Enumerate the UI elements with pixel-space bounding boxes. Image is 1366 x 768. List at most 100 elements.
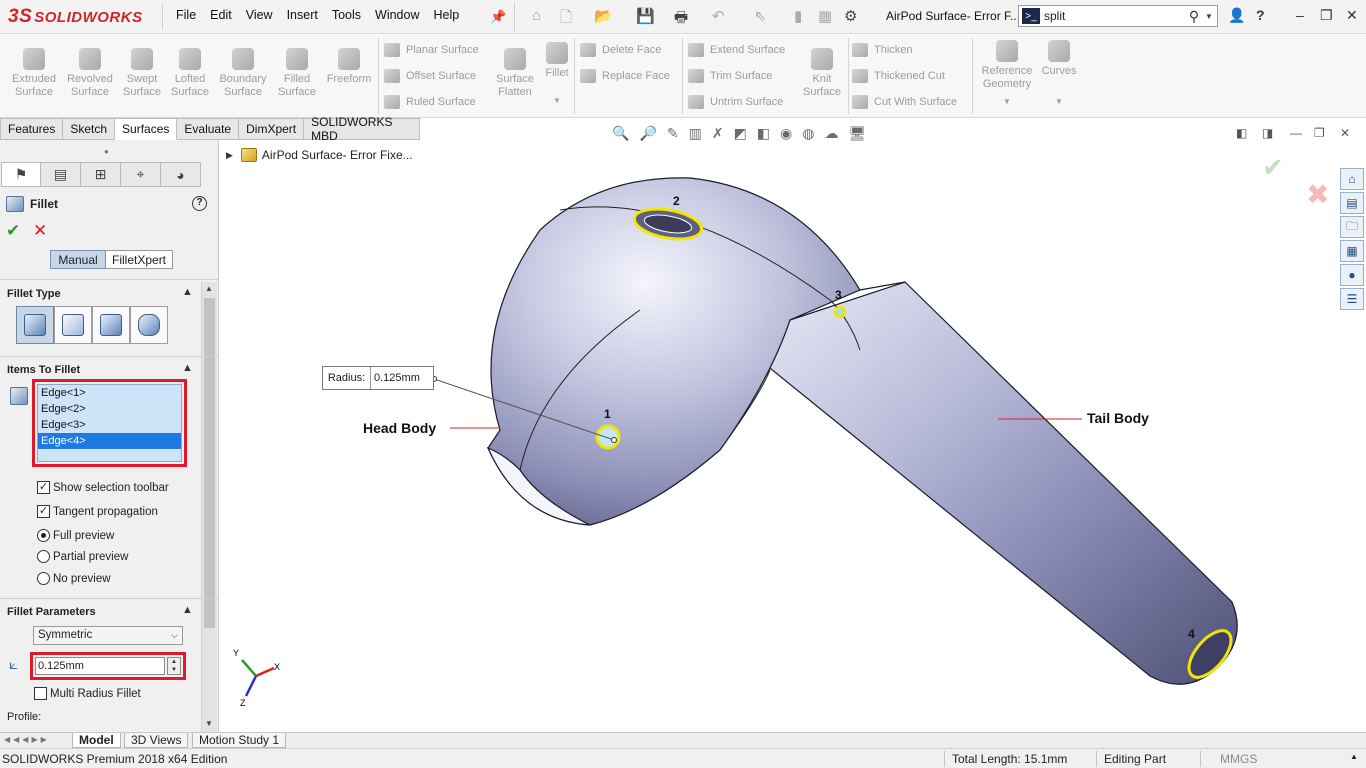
display-manager-tab-icon[interactable]: ◕ — [161, 162, 201, 187]
search-commands-input[interactable]: >_ split ⚲ ▼ — [1018, 5, 1218, 27]
solidworks-resources-icon[interactable]: ⌂ — [1340, 168, 1364, 190]
feature-manager-tab-icon[interactable]: ⚑ — [1, 162, 41, 187]
delete-face-button[interactable]: Delete Face — [580, 40, 661, 60]
view-palette-icon[interactable]: ▦ — [1340, 240, 1364, 262]
ruled-surface-button[interactable]: Ruled Surface — [384, 92, 476, 112]
rebuild-icon[interactable]: ▮ — [794, 7, 802, 27]
menu-insert[interactable]: Insert — [287, 8, 318, 22]
checkbox-checked-icon[interactable]: ✓ — [37, 481, 50, 494]
revolved-surface-button[interactable]: Revolved Surface — [62, 40, 118, 99]
partial-preview-radio[interactable]: Partial preview — [37, 550, 128, 563]
viewport-split-left-icon[interactable]: ◧ — [1236, 126, 1247, 140]
radius-input[interactable]: 0.125mm — [35, 657, 165, 675]
reference-geometry-button[interactable]: Reference Geometry ▼ — [978, 32, 1036, 108]
viewport-split-right-icon[interactable]: ◨ — [1262, 126, 1273, 140]
edges-selection-box[interactable]: Edge<1> Edge<2> Edge<3> Edge<4> — [32, 379, 187, 467]
collapse-items-icon[interactable]: ▲ — [182, 362, 193, 374]
menu-tools[interactable]: Tools — [332, 8, 361, 22]
symmetric-select[interactable]: Symmetric ⌵ — [33, 626, 183, 645]
viewport-minimize-icon[interactable]: — — [1290, 126, 1302, 140]
checkbox-checked-icon[interactable]: ✓ — [37, 505, 50, 518]
scroll-up-icon[interactable]: ▲ — [205, 284, 213, 293]
edge-list-item-1[interactable]: Edge<1> — [38, 385, 181, 401]
appearances-icon[interactable]: ● — [1340, 264, 1364, 286]
thicken-button[interactable]: Thicken — [852, 40, 913, 60]
edit-appearance-icon[interactable]: ◍ — [802, 125, 814, 142]
home-icon[interactable]: ⌂ — [532, 7, 541, 27]
trim-surface-button[interactable]: Trim Surface — [688, 66, 773, 86]
edge-list-item-2[interactable]: Edge<2> — [38, 401, 181, 417]
zoom-to-fit-icon[interactable]: 🔍 — [612, 125, 629, 142]
radio-unselected-icon[interactable] — [37, 550, 50, 563]
units-dropdown-icon[interactable]: ▲ — [1350, 752, 1358, 761]
menu-view[interactable]: View — [246, 8, 273, 22]
fillet-dropdown-icon[interactable]: ▼ — [535, 94, 579, 107]
filled-surface-button[interactable]: Filled Surface — [269, 40, 325, 99]
property-manager-tab-icon[interactable]: ▤ — [41, 162, 81, 187]
restore-window-icon[interactable]: ❐ — [1320, 7, 1333, 24]
thickened-cut-button[interactable]: Thickened Cut — [852, 66, 945, 86]
surface-flatten-button[interactable]: Surface Flatten — [489, 40, 541, 99]
unit-system-selector[interactable]: MMGS — [1220, 752, 1257, 766]
apply-scene-icon[interactable]: ☁ — [824, 125, 838, 142]
tab-surfaces[interactable]: Surfaces — [115, 118, 178, 140]
print-icon[interactable]: 🖶 — [674, 7, 688, 27]
collapse-parameters-icon[interactable]: ▲ — [182, 604, 193, 616]
tab-sketch[interactable]: Sketch — [63, 118, 116, 140]
file-explorer-icon[interactable]: 🗀 — [1340, 216, 1364, 238]
multi-radius-fillet-checkbox[interactable]: Multi Radius Fillet — [34, 687, 141, 700]
view-settings-icon[interactable]: 🖥 — [848, 125, 866, 142]
filletxpert-mode-button[interactable]: FilletXpert — [106, 250, 174, 269]
tab-features[interactable]: Features — [0, 118, 64, 140]
lofted-surface-button[interactable]: Lofted Surface — [162, 40, 218, 99]
help-menu-icon[interactable]: ? — [1256, 7, 1265, 23]
viewport-restore-icon[interactable]: ❐ — [1314, 126, 1325, 140]
search-dropdown-icon[interactable]: ▼ — [1205, 12, 1217, 21]
cut-with-surface-button[interactable]: Cut With Surface — [852, 92, 957, 112]
tab-dimxpert[interactable]: DimXpert — [239, 118, 305, 140]
tab-motion-study-1[interactable]: Motion Study 1 — [192, 733, 287, 748]
close-window-icon[interactable]: ✕ — [1346, 7, 1358, 24]
file-properties-icon[interactable]: ▦ — [818, 7, 832, 27]
extruded-surface-button[interactable]: Extruded Surface — [6, 40, 62, 99]
search-icon[interactable]: ⚲ — [1183, 8, 1205, 25]
constant-size-fillet-button[interactable] — [16, 306, 54, 344]
radio-unselected-icon[interactable] — [37, 572, 50, 585]
tab-3d-views[interactable]: 3D Views — [124, 733, 189, 748]
scroll-thumb[interactable] — [204, 298, 215, 628]
dimxpert-manager-tab-icon[interactable]: ⌖ — [121, 162, 161, 187]
curves-dropdown-icon[interactable]: ▼ — [1034, 95, 1084, 108]
variable-size-fillet-button[interactable] — [54, 306, 92, 344]
options-gear-icon[interactable]: ⚙ — [844, 7, 857, 27]
show-selection-toolbar-checkbox[interactable]: ✓ Show selection toolbar — [37, 481, 169, 494]
zoom-to-area-icon[interactable]: 🔎 — [639, 125, 656, 142]
menu-file[interactable]: File — [176, 8, 196, 22]
edge-1-highlight[interactable] — [595, 424, 621, 450]
design-library-icon[interactable]: ▤ — [1340, 192, 1364, 214]
hide-show-items-icon[interactable]: ◉ — [780, 125, 792, 142]
planar-surface-button[interactable]: Planar Surface — [384, 40, 479, 60]
edge-list-item-4[interactable]: Edge<4> — [38, 433, 181, 449]
panel-grip-icon[interactable]: ● — [104, 147, 109, 156]
previous-view-icon[interactable]: ✎ — [667, 125, 679, 142]
cancel-x-icon[interactable]: ✕ — [33, 221, 47, 241]
viewport-close-icon[interactable]: ✕ — [1340, 126, 1350, 140]
menu-help[interactable]: Help — [434, 8, 460, 22]
manual-mode-button[interactable]: Manual — [50, 250, 106, 269]
edge-list-item-3[interactable]: Edge<3> — [38, 417, 181, 433]
scroll-down-icon[interactable]: ▼ — [205, 719, 213, 728]
full-round-fillet-button[interactable] — [130, 306, 168, 344]
dynamic-annotation-icon[interactable]: ✗ — [712, 125, 724, 142]
menu-window[interactable]: Window — [375, 8, 419, 22]
fillet-button[interactable]: Fillet ▼ — [535, 34, 579, 107]
untrim-surface-button[interactable]: Untrim Surface — [688, 92, 783, 112]
offset-surface-button[interactable]: Offset Surface — [384, 66, 476, 86]
tab-evaluate[interactable]: Evaluate — [177, 118, 240, 140]
full-preview-radio[interactable]: Full preview — [37, 529, 114, 542]
collapse-fillet-type-icon[interactable]: ▲ — [182, 286, 193, 298]
panel-scrollbar[interactable]: ▲ ▼ — [201, 282, 217, 732]
radio-selected-icon[interactable] — [37, 529, 50, 542]
section-view-icon[interactable]: ▥ — [689, 125, 702, 142]
edge-3-highlight[interactable] — [833, 305, 847, 319]
solidworks-logo[interactable]: 3S SOLIDWORKS — [8, 4, 143, 30]
